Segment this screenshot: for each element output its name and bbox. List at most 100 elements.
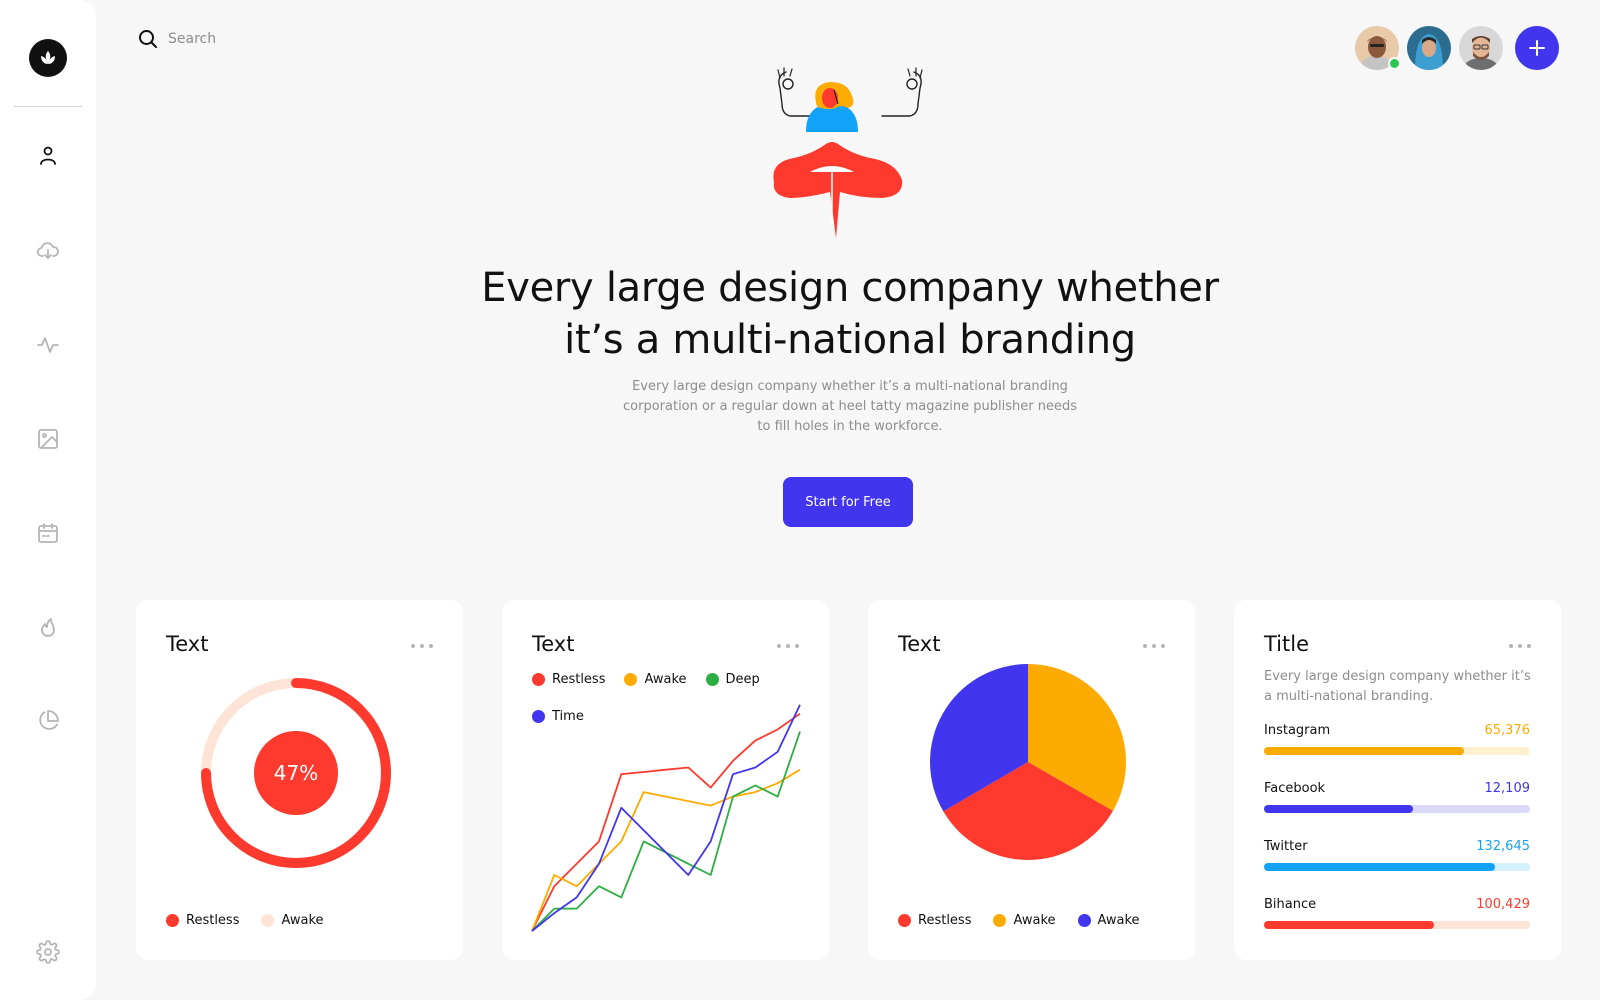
more-options-icon[interactable] xyxy=(1509,644,1531,650)
legend-item: Awake xyxy=(1077,913,1140,928)
search-bar[interactable]: Search xyxy=(138,27,216,51)
stat-value: 12,109 xyxy=(1484,781,1531,796)
cloud-download-icon xyxy=(36,242,59,259)
sidebar-item-reports[interactable] xyxy=(36,709,60,733)
sidebar-divider xyxy=(13,106,83,107)
stat-row-twitter: Twitter 132,645 xyxy=(1264,839,1530,875)
image-icon xyxy=(38,429,58,449)
legend-item: Restless xyxy=(166,913,239,928)
stat-row-instagram: Instagram 65,376 xyxy=(1264,723,1530,759)
logo[interactable] xyxy=(29,39,67,77)
line-series-awake xyxy=(531,768,801,932)
search-icon xyxy=(139,30,157,48)
plus-icon xyxy=(1529,40,1545,56)
chart-legend: Restless Awake Deep Time xyxy=(532,672,802,724)
legend-item: Deep xyxy=(705,672,760,687)
legend-dot xyxy=(261,914,275,927)
stat-value: 132,645 xyxy=(1476,839,1530,854)
stat-name: Facebook xyxy=(1264,781,1326,796)
avatar[interactable] xyxy=(1459,26,1503,70)
sidebar-item-profile[interactable] xyxy=(36,143,60,167)
stat-row-facebook: Facebook 12,109 xyxy=(1264,781,1530,817)
legend-dot xyxy=(166,914,179,927)
donut-center xyxy=(254,731,338,815)
legend-item: Restless xyxy=(898,913,971,928)
legend-label: Restless xyxy=(918,913,972,928)
add-member-button[interactable] xyxy=(1515,26,1559,70)
sidebar-item-trending[interactable] xyxy=(36,615,60,639)
chart-legend: Restless Awake Awake xyxy=(898,913,1140,928)
progress-track xyxy=(1264,863,1530,871)
sidebar-item-settings[interactable] xyxy=(36,940,60,964)
stat-name: Bihance xyxy=(1264,897,1317,912)
stat-name: Twitter xyxy=(1264,839,1308,854)
pie-slice-2 xyxy=(930,664,1028,812)
calendar-icon xyxy=(38,523,58,543)
stat-row-bihance: Bihance 100,429 xyxy=(1264,897,1530,933)
donut-segment-restless xyxy=(201,678,391,868)
legend-item: Awake xyxy=(624,672,687,687)
more-options-icon[interactable] xyxy=(1143,644,1165,650)
more-options-icon[interactable] xyxy=(411,644,433,650)
legend-dot xyxy=(993,914,1007,927)
legend-label: Awake xyxy=(281,913,324,928)
avatar-photo xyxy=(1407,26,1451,70)
legend-label: Time xyxy=(552,709,584,724)
donut-center-label: 47% xyxy=(274,761,318,785)
flame-icon xyxy=(41,618,55,637)
meditation-illustration xyxy=(773,67,923,238)
progress-fill xyxy=(1264,921,1435,929)
avatar[interactable] xyxy=(1407,26,1451,70)
card-title: Title xyxy=(1264,632,1310,656)
progress-fill xyxy=(1264,805,1413,813)
legend-item: Awake xyxy=(261,913,324,928)
pie-chart-card: Text Restless Awake Awake xyxy=(868,600,1195,960)
legend-label: Awake xyxy=(1013,913,1056,928)
legend-dot xyxy=(898,914,911,927)
sidebar-item-downloads[interactable] xyxy=(36,239,60,263)
donut-segment-awake xyxy=(201,678,391,868)
hero-title-line: Every large design company whether xyxy=(481,265,1219,311)
legend-dot xyxy=(624,673,638,686)
chart-legend: Restless Awake xyxy=(166,913,324,928)
leaf-icon xyxy=(41,51,55,64)
line-series-deep xyxy=(531,731,801,932)
user-icon xyxy=(40,146,56,165)
hero-title-line: it’s a multi-national branding xyxy=(564,317,1136,363)
progress-track xyxy=(1264,747,1530,755)
stat-name: Instagram xyxy=(1264,723,1331,738)
avatar-photo xyxy=(1459,26,1503,70)
line-series-restless xyxy=(531,712,801,932)
stat-value: 100,429 xyxy=(1476,897,1530,912)
legend-label: Restless xyxy=(186,913,240,928)
more-options-icon[interactable] xyxy=(777,644,799,650)
donut-card: Text 47% Restless Awake xyxy=(136,600,463,960)
card-title: Text xyxy=(166,632,209,656)
sidebar xyxy=(0,0,96,1000)
legend-dot xyxy=(705,673,719,686)
online-status-dot xyxy=(1388,57,1401,70)
sidebar-item-activity[interactable] xyxy=(36,333,60,357)
legend-item: Awake xyxy=(993,913,1056,928)
legend-label: Awake xyxy=(1097,913,1140,928)
legend-item: Restless xyxy=(532,672,605,687)
search-input[interactable]: Search xyxy=(168,31,216,47)
progress-track xyxy=(1264,921,1530,929)
activity-icon xyxy=(37,337,59,353)
legend-label: Restless xyxy=(552,672,606,687)
legend-dot xyxy=(532,710,545,723)
legend-dot xyxy=(532,673,545,686)
legend-dot xyxy=(1077,914,1091,927)
hero-title: Every large design company whether it’s … xyxy=(440,262,1260,366)
sidebar-item-gallery[interactable] xyxy=(36,427,60,451)
card-description: Every large design company whether it’s … xyxy=(1264,669,1531,704)
card-title: Text xyxy=(898,632,941,656)
social-stats-card: Title Every large design company whether… xyxy=(1234,600,1561,960)
legend-item: Time xyxy=(532,709,584,724)
start-for-free-button[interactable]: Start for Free xyxy=(783,477,913,527)
settings-icon xyxy=(36,940,60,964)
sidebar-item-calendar[interactable] xyxy=(36,521,60,545)
pie-slice-1 xyxy=(943,762,1113,860)
card-title: Text xyxy=(532,632,575,656)
progress-track xyxy=(1264,805,1530,813)
